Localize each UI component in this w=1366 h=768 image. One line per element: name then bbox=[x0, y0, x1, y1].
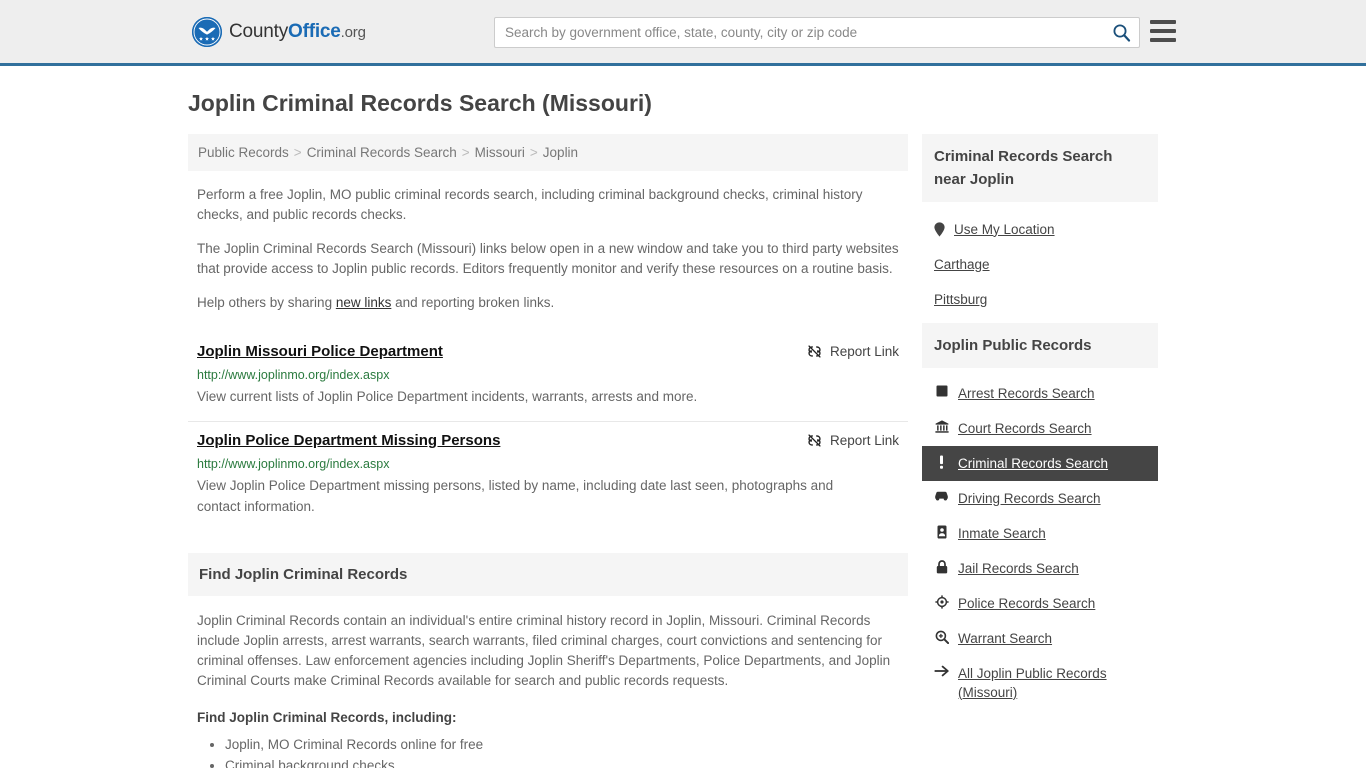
sidebar-item-jail-records-search[interactable]: Jail Records Search bbox=[922, 551, 1158, 586]
sidebar: Criminal Records Search near Joplin Use … bbox=[922, 133, 1158, 716]
nearby-searches-box: Criminal Records Search near Joplin Use … bbox=[922, 133, 1158, 317]
sidebar-item-police-records-search[interactable]: Police Records Search bbox=[922, 586, 1158, 621]
result-title-link[interactable]: Joplin Missouri Police Department bbox=[197, 343, 443, 360]
chain-broken-icon bbox=[807, 433, 822, 448]
sidebar-item-label: Carthage bbox=[934, 256, 990, 272]
breadcrumb-item-public-records[interactable]: Public Records bbox=[198, 145, 289, 160]
find-records-subheading: Find Joplin Criminal Records, including: bbox=[197, 709, 457, 725]
report-link-label: Report Link bbox=[829, 432, 899, 448]
intro-paragraph-3: Help others by sharing new links and rep… bbox=[188, 293, 908, 313]
public-records-heading: Joplin Public Records bbox=[922, 322, 1158, 368]
result-item: Joplin Missouri Police Department Report… bbox=[188, 333, 908, 422]
magnifier-plus-icon bbox=[934, 630, 949, 644]
site-logo[interactable]: CountyOffice.org bbox=[192, 16, 366, 47]
square-icon bbox=[934, 385, 949, 397]
breadcrumb-separator: > bbox=[293, 144, 302, 160]
list-item: Joplin, MO Criminal Records online for f… bbox=[225, 734, 899, 755]
report-link-button[interactable]: Report Link bbox=[807, 433, 899, 448]
sidebar-item-label: All Joplin Public Records (Missouri) bbox=[958, 665, 1107, 700]
sidebar-item-label: Police Records Search bbox=[958, 595, 1096, 611]
chain-broken-icon bbox=[807, 344, 822, 359]
share-text-before: Help others by sharing bbox=[197, 294, 336, 310]
logo-text-office: Office bbox=[288, 20, 341, 42]
hamburger-bar-1 bbox=[1150, 20, 1176, 24]
police-badge-icon bbox=[934, 594, 949, 609]
breadcrumb-separator: > bbox=[529, 144, 538, 160]
result-item: Joplin Police Department Missing Persons bbox=[188, 422, 908, 531]
result-url: http://www.joplinmo.org/index.aspx bbox=[197, 367, 390, 382]
hamburger-bar-2 bbox=[1150, 29, 1176, 33]
sidebar-item-label: Criminal Records Search bbox=[958, 455, 1109, 471]
intro-paragraph-2: The Joplin Criminal Records Search (Miss… bbox=[197, 240, 899, 276]
arrow-right-icon bbox=[934, 665, 949, 677]
sidebar-item-use-my-location[interactable]: Use My Location bbox=[922, 212, 1158, 247]
intro-paragraph-1: Perform a free Joplin, MO public crimina… bbox=[197, 186, 863, 222]
nearby-searches-list: Use My Location Carthage Pittsburg bbox=[922, 202, 1158, 317]
hamburger-menu-icon[interactable] bbox=[1150, 20, 1176, 42]
sidebar-item-pittsburg[interactable]: Pittsburg bbox=[922, 282, 1158, 317]
logo-text-county: County bbox=[229, 20, 289, 42]
find-records-paragraph: Joplin Criminal Records contain an indiv… bbox=[197, 612, 891, 688]
breadcrumb: Public Records > Criminal Records Search > M… bbox=[188, 133, 908, 171]
logo-text-tld: .org bbox=[340, 23, 366, 41]
sidebar-item-criminal-records-search[interactable]: Criminal Records Search bbox=[922, 445, 1158, 481]
result-url: http://www.joplinmo.org/index.aspx bbox=[197, 456, 390, 471]
nearby-searches-heading: Criminal Records Search near Joplin bbox=[922, 133, 1158, 202]
result-title-link[interactable]: Joplin Police Department Missing Persons bbox=[197, 432, 500, 449]
result-description: View Joplin Police Department missing pe… bbox=[197, 477, 834, 514]
site-header: CountyOffice.org bbox=[0, 0, 1366, 66]
exclamation-icon bbox=[934, 455, 949, 469]
sidebar-item-label: Warrant Search bbox=[958, 630, 1053, 646]
new-links-link[interactable]: new links bbox=[336, 295, 392, 310]
two-column-layout: Public Records > Criminal Records Search > M… bbox=[188, 133, 1178, 768]
sidebar-item-inmate-search[interactable]: Inmate Search bbox=[922, 516, 1158, 551]
find-records-heading: Find Joplin Criminal Records bbox=[188, 552, 908, 596]
public-records-box: Joplin Public Records Arrest Records Sea… bbox=[922, 322, 1158, 710]
sidebar-item-label: Arrest Records Search bbox=[958, 385, 1095, 401]
sidebar-item-label: Inmate Search bbox=[958, 525, 1046, 541]
result-list: Joplin Missouri Police Department Report… bbox=[188, 333, 908, 531]
breadcrumb-item-joplin[interactable]: Joplin bbox=[543, 145, 578, 160]
page-body: Joplin Criminal Records Search (Missouri… bbox=[0, 90, 1366, 768]
share-text-after: and reporting broken links. bbox=[391, 294, 555, 310]
logo-wordmark: CountyOffice.org bbox=[229, 21, 366, 43]
id-badge-icon bbox=[934, 525, 949, 539]
search-icon bbox=[1112, 23, 1131, 42]
search-bar[interactable] bbox=[494, 17, 1140, 48]
sidebar-item-all-joplin-public-records[interactable]: All Joplin Public Records (Missouri) bbox=[922, 656, 1158, 710]
public-records-list: Arrest Records Search Court Records Sear… bbox=[922, 368, 1158, 710]
sidebar-item-carthage[interactable]: Carthage bbox=[922, 247, 1158, 282]
report-link-button[interactable]: Report Link bbox=[807, 344, 899, 359]
main-column: Public Records > Criminal Records Search > M… bbox=[188, 133, 908, 768]
map-pin-icon bbox=[934, 221, 945, 237]
lock-icon bbox=[934, 559, 949, 574]
find-records-body: Joplin Criminal Records contain an indiv… bbox=[188, 611, 908, 768]
courthouse-icon bbox=[934, 419, 949, 433]
page-title: Joplin Criminal Records Search (Missouri… bbox=[188, 90, 652, 116]
car-icon bbox=[934, 490, 949, 501]
result-description: View current lists of Joplin Police Depa… bbox=[197, 388, 698, 404]
breadcrumb-separator: > bbox=[461, 144, 470, 160]
sidebar-item-label: Use My Location bbox=[954, 221, 1055, 237]
sidebar-item-label: Court Records Search bbox=[958, 420, 1092, 436]
sidebar-item-label: Pittsburg bbox=[934, 291, 988, 307]
content-container: Joplin Criminal Records Search (Missouri… bbox=[188, 90, 1178, 768]
sidebar-item-label: Jail Records Search bbox=[958, 560, 1079, 576]
breadcrumb-item-missouri[interactable]: Missouri bbox=[475, 145, 525, 160]
sidebar-item-court-records-search[interactable]: Court Records Search bbox=[922, 411, 1158, 446]
report-link-label: Report Link bbox=[829, 343, 899, 359]
search-button[interactable] bbox=[1103, 18, 1139, 47]
sidebar-item-arrest-records-search[interactable]: Arrest Records Search bbox=[922, 376, 1158, 411]
breadcrumb-item-criminal-records-search[interactable]: Criminal Records Search bbox=[307, 145, 457, 160]
hamburger-bar-3 bbox=[1150, 38, 1176, 42]
find-records-bullet-list: Joplin, MO Criminal Records online for f… bbox=[197, 734, 899, 768]
eagle-seal-icon bbox=[192, 16, 222, 47]
sidebar-item-label: Driving Records Search bbox=[958, 490, 1101, 506]
sidebar-item-warrant-search[interactable]: Warrant Search bbox=[922, 621, 1158, 656]
search-input[interactable] bbox=[495, 18, 1103, 47]
list-item: Criminal background checks bbox=[225, 755, 899, 768]
sidebar-item-driving-records-search[interactable]: Driving Records Search bbox=[922, 481, 1158, 516]
